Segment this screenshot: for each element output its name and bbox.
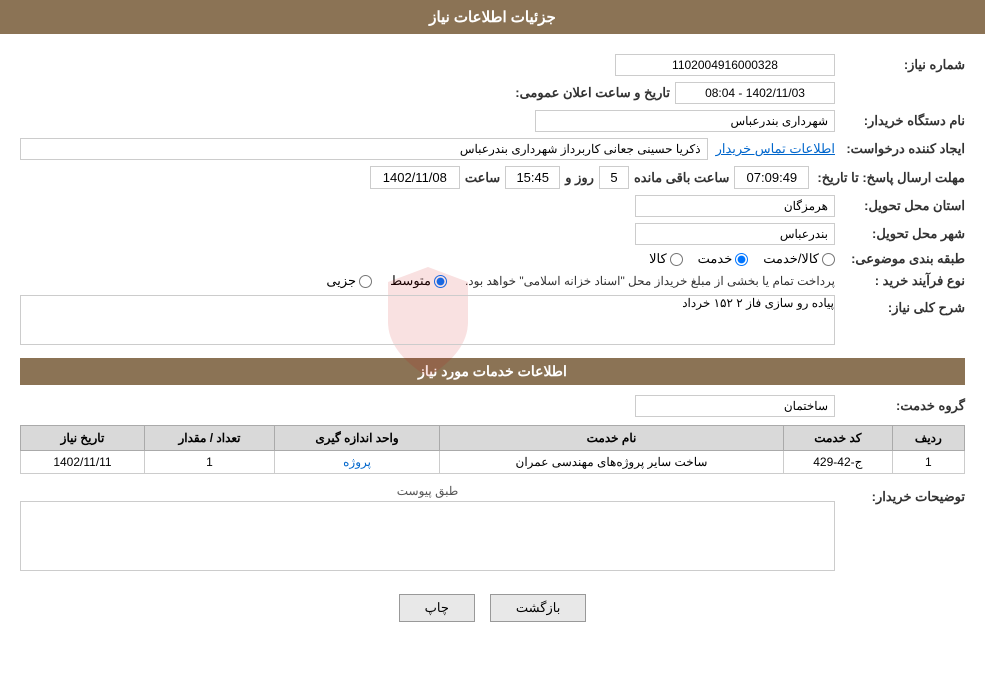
cell-nam-khedmat: ساخت سایر پروژه‌های مهندسی عمران	[440, 451, 784, 474]
radio-kala-input[interactable]	[670, 253, 683, 266]
tarikh-saat-container: تاریخ و ساعت اعلان عمومی:	[515, 82, 835, 104]
shomare-niaz-input[interactable]	[615, 54, 835, 76]
sharhe-kolli-label: شرح کلی نیاز:	[835, 295, 965, 316]
ostan-input[interactable]	[635, 195, 835, 217]
cell-tedad: 1	[144, 451, 274, 474]
tabghe-bandi-radios: کالا/خدمت خدمت کالا	[649, 251, 835, 267]
etterlaat-tamas-link[interactable]: اطلاعات تماس خریدار	[716, 141, 835, 157]
shomare-niaz-label: شماره نیاز:	[835, 57, 965, 73]
ijad-konande-row: ایجاد کننده درخواست: اطلاعات تماس خریدار	[20, 138, 965, 160]
sharhe-kolli-textarea[interactable]: پیاده رو سازی فاز ۲ ۱۵۲ خرداد	[20, 295, 835, 345]
ostan-label: استان محل تحویل:	[835, 198, 965, 214]
radio-kala-khedmat: کالا/خدمت	[763, 251, 835, 267]
tarikh-saat-row: تاریخ و ساعت اعلان عمومی:	[20, 82, 965, 104]
cell-radif: 1	[892, 451, 964, 474]
radio-khedmat-label: خدمت	[698, 251, 733, 267]
cell-tarikh: 1402/11/11	[21, 451, 145, 474]
main-content: شماره نیاز: تاریخ و ساعت اعلان عمومی: نا…	[0, 49, 985, 627]
col-kod-khedmat: کد خدمت	[783, 426, 892, 451]
ijad-konande-container: اطلاعات تماس خریدار	[20, 138, 835, 160]
table-row: 1 ج-42-429 ساخت سایر پروژه‌های مهندسی عم…	[21, 451, 965, 474]
col-vahed: واحد اندازه گیری	[275, 426, 440, 451]
services-table: ردیف کد خدمت نام خدمت واحد اندازه گیری ت…	[20, 425, 965, 474]
sharhe-kolli-row: شرح کلی نیاز: Ana پیاده رو سازی فاز ۲ ۱۵…	[20, 295, 965, 348]
col-tarikh: تاریخ نیاز	[21, 426, 145, 451]
ijad-konande-label: ایجاد کننده درخواست:	[835, 141, 965, 157]
saatBaghimande-label: ساعت باقی مانده	[634, 170, 729, 186]
tosih-khridar-label: توضیحات خریدار:	[835, 484, 965, 505]
sharhe-kolli-container: Ana پیاده رو سازی فاز ۲ ۱۵۲ خرداد	[20, 295, 835, 348]
page-header: جزئیات اطلاعات نیاز	[0, 0, 985, 34]
attachments-label: طبق پیوست	[20, 484, 835, 498]
nam-dastgah-row: نام دستگاه خریدار:	[20, 110, 965, 132]
page-title: جزئیات اطلاعات نیاز	[429, 9, 556, 26]
roz-value: 5	[599, 166, 629, 189]
shahr-input[interactable]	[635, 223, 835, 245]
radio-motevaset-input[interactable]	[434, 275, 447, 288]
tosih-khridar-container: طبق پیوست	[20, 484, 835, 574]
bottom-buttons: بازگشت چاپ	[20, 594, 965, 622]
col-tedad: تعداد / مقدار	[144, 426, 274, 451]
tosih-khridar-row: توضیحات خریدار: طبق پیوست	[20, 484, 965, 574]
page-wrapper: جزئیات اطلاعات نیاز شماره نیاز: تاریخ و …	[0, 0, 985, 691]
radio-khedmat-input[interactable]	[735, 253, 748, 266]
tarikh-saat-input[interactable]	[675, 82, 835, 104]
radio-kala-khedmat-label: کالا/خدمت	[763, 251, 819, 267]
saat-label: ساعت	[465, 170, 500, 186]
cell-kod-khedmat: ج-42-429	[783, 451, 892, 474]
nam-dastgah-label: نام دستگاه خریدار:	[835, 113, 965, 129]
roz-label: روز و	[565, 170, 594, 186]
group-khedmat-row: گروه خدمت:	[20, 395, 965, 417]
tabghe-bandi-row: طبقه بندی موضوعی: کالا/خدمت خدمت کالا	[20, 251, 965, 267]
group-khedmat-label: گروه خدمت:	[835, 398, 965, 414]
ostan-row: استان محل تحویل:	[20, 195, 965, 217]
radio-jezee: جزیی	[326, 273, 372, 289]
form-section: شماره نیاز: تاریخ و ساعت اعلان عمومی: نا…	[20, 54, 965, 348]
radio-kala-khedmat-input[interactable]	[822, 253, 835, 266]
shahr-row: شهر محل تحویل:	[20, 223, 965, 245]
mohlat-container: 07:09:49 ساعت باقی مانده 5 روز و 15:45 س…	[370, 166, 810, 189]
back-button[interactable]: بازگشت	[490, 594, 586, 622]
col-nam-khedmat: نام خدمت	[440, 426, 784, 451]
radio-jezee-input[interactable]	[359, 275, 372, 288]
tabghe-bandi-label: طبقه بندی موضوعی:	[835, 251, 965, 267]
khadamat-section-title: اطلاعات خدمات مورد نیاز	[418, 363, 567, 379]
radio-jezee-label: جزیی	[326, 273, 356, 289]
date1-value: 1402/11/08	[370, 166, 460, 189]
noe-farayand-row: نوع فرآیند خرید : پرداخت تمام یا بخشی از…	[20, 273, 965, 289]
noe-farayand-container: پرداخت تمام یا بخشی از مبلغ خریداز محل "…	[326, 273, 835, 289]
radio-khedmat: خدمت	[698, 251, 749, 267]
noe-farayand-text: پرداخت تمام یا بخشی از مبلغ خریداز محل "…	[465, 274, 835, 288]
shomare-niaz-row: شماره نیاز:	[20, 54, 965, 76]
noe-farayand-label: نوع فرآیند خرید :	[835, 273, 965, 289]
print-button[interactable]: چاپ	[399, 594, 475, 622]
radio-motevaset: متوسط	[390, 273, 447, 289]
cell-vahed: پروژه	[275, 451, 440, 474]
radio-motevaset-label: متوسط	[390, 273, 431, 289]
saat-value: 15:45	[505, 166, 560, 189]
tosih-khridar-textarea[interactable]	[20, 501, 835, 571]
mohlat-row: مهلت ارسال پاسخ: تا تاریخ: 07:09:49 ساعت…	[20, 166, 965, 189]
shahr-label: شهر محل تحویل:	[835, 226, 965, 242]
ijad-konande-input[interactable]	[20, 138, 708, 160]
group-khedmat-input[interactable]	[635, 395, 835, 417]
nam-dastgah-input[interactable]	[535, 110, 835, 132]
khadamat-section-header: اطلاعات خدمات مورد نیاز	[20, 358, 965, 385]
radio-kala-label: کالا	[649, 251, 667, 267]
mohlat-label: مهلت ارسال پاسخ: تا تاریخ:	[809, 170, 965, 186]
col-radif: ردیف	[892, 426, 964, 451]
radio-kala: کالا	[649, 251, 683, 267]
tarikh-saat-field-label: تاریخ و ساعت اعلان عمومی:	[515, 85, 670, 101]
saatBaghimande-value: 07:09:49	[734, 166, 809, 189]
